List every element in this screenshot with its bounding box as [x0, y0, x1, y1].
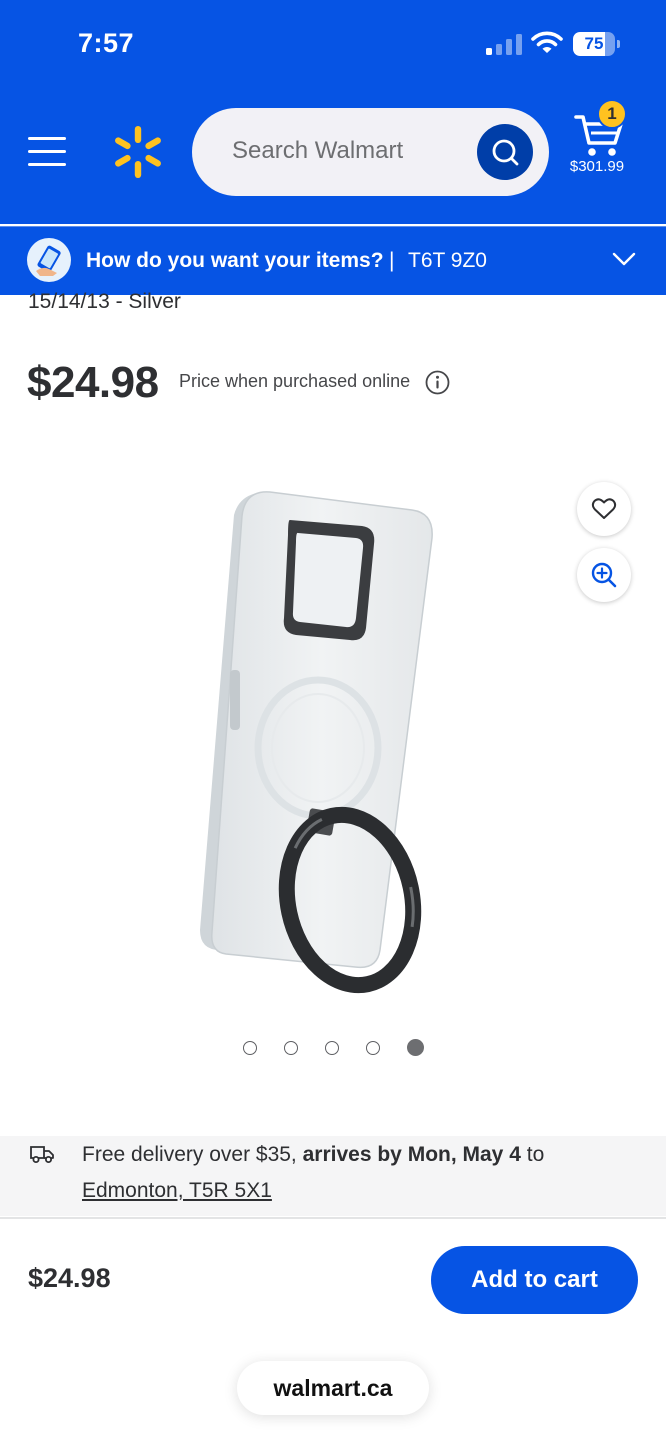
- carousel-dot[interactable]: [366, 1041, 380, 1055]
- delivery-arrival: arrives by Mon, May 4: [302, 1143, 521, 1166]
- cart-count-badge[interactable]: 1: [597, 99, 627, 129]
- delivery-suffix: to: [526, 1143, 545, 1166]
- battery-indicator: 75: [573, 32, 621, 56]
- fulfillment-separator: |: [389, 249, 395, 272]
- delivery-prefix: Free delivery over $35,: [82, 1143, 297, 1166]
- heart-icon: [591, 498, 617, 519]
- chevron-down-icon: [612, 252, 636, 266]
- carousel-dot[interactable]: [243, 1041, 257, 1055]
- delivery-info: Free delivery over $35, arrives by Mon, …: [0, 1136, 666, 1216]
- zoom-button[interactable]: [577, 548, 631, 602]
- price-note: Price when purchased online: [179, 371, 411, 391]
- product-title-fragment: 15/14/13 - Silver: [28, 290, 181, 313]
- info-icon[interactable]: [425, 370, 450, 395]
- truck-icon: [30, 1146, 54, 1163]
- search-button[interactable]: [477, 124, 533, 180]
- browser-url-bar[interactable]: walmart.ca: [237, 1361, 429, 1415]
- fulfillment-postal-code: T6T 9Z0: [408, 249, 487, 272]
- divider: [0, 1217, 666, 1219]
- product-price: $24.98: [27, 358, 159, 407]
- cellular-signal-icon: [486, 33, 522, 55]
- fulfillment-selector[interactable]: How do you want your items? | T6T 9Z0: [0, 226, 666, 295]
- search-input[interactable]: Search Walmart: [232, 137, 403, 165]
- image-carousel-dots: [243, 1039, 433, 1057]
- delivery-location-link[interactable]: Edmonton, T5R 5X1: [82, 1179, 272, 1203]
- carousel-dot[interactable]: [325, 1041, 339, 1055]
- search-bar[interactable]: Search Walmart: [192, 108, 549, 196]
- search-icon: [492, 139, 519, 166]
- product-image[interactable]: [190, 480, 450, 1000]
- cart-total[interactable]: $301.99: [562, 158, 632, 175]
- wifi-icon: [531, 31, 563, 53]
- walmart-spark-logo[interactable]: [112, 124, 164, 180]
- status-time: 7:57: [78, 28, 135, 58]
- fulfillment-phone-icon: [27, 238, 71, 282]
- fulfillment-question: How do you want your items?: [86, 249, 384, 272]
- delivery-text: Free delivery over $35, arrives by Mon, …: [82, 1143, 544, 1167]
- zoom-in-icon: [591, 562, 617, 588]
- add-to-cart-button[interactable]: Add to cart: [431, 1246, 638, 1314]
- sticky-price: $24.98: [28, 1263, 111, 1293]
- battery-percent: 75: [584, 34, 604, 53]
- carousel-dot[interactable]: [407, 1039, 424, 1056]
- menu-button[interactable]: [28, 135, 68, 167]
- favorite-button[interactable]: [577, 482, 631, 536]
- carousel-dot[interactable]: [284, 1041, 298, 1055]
